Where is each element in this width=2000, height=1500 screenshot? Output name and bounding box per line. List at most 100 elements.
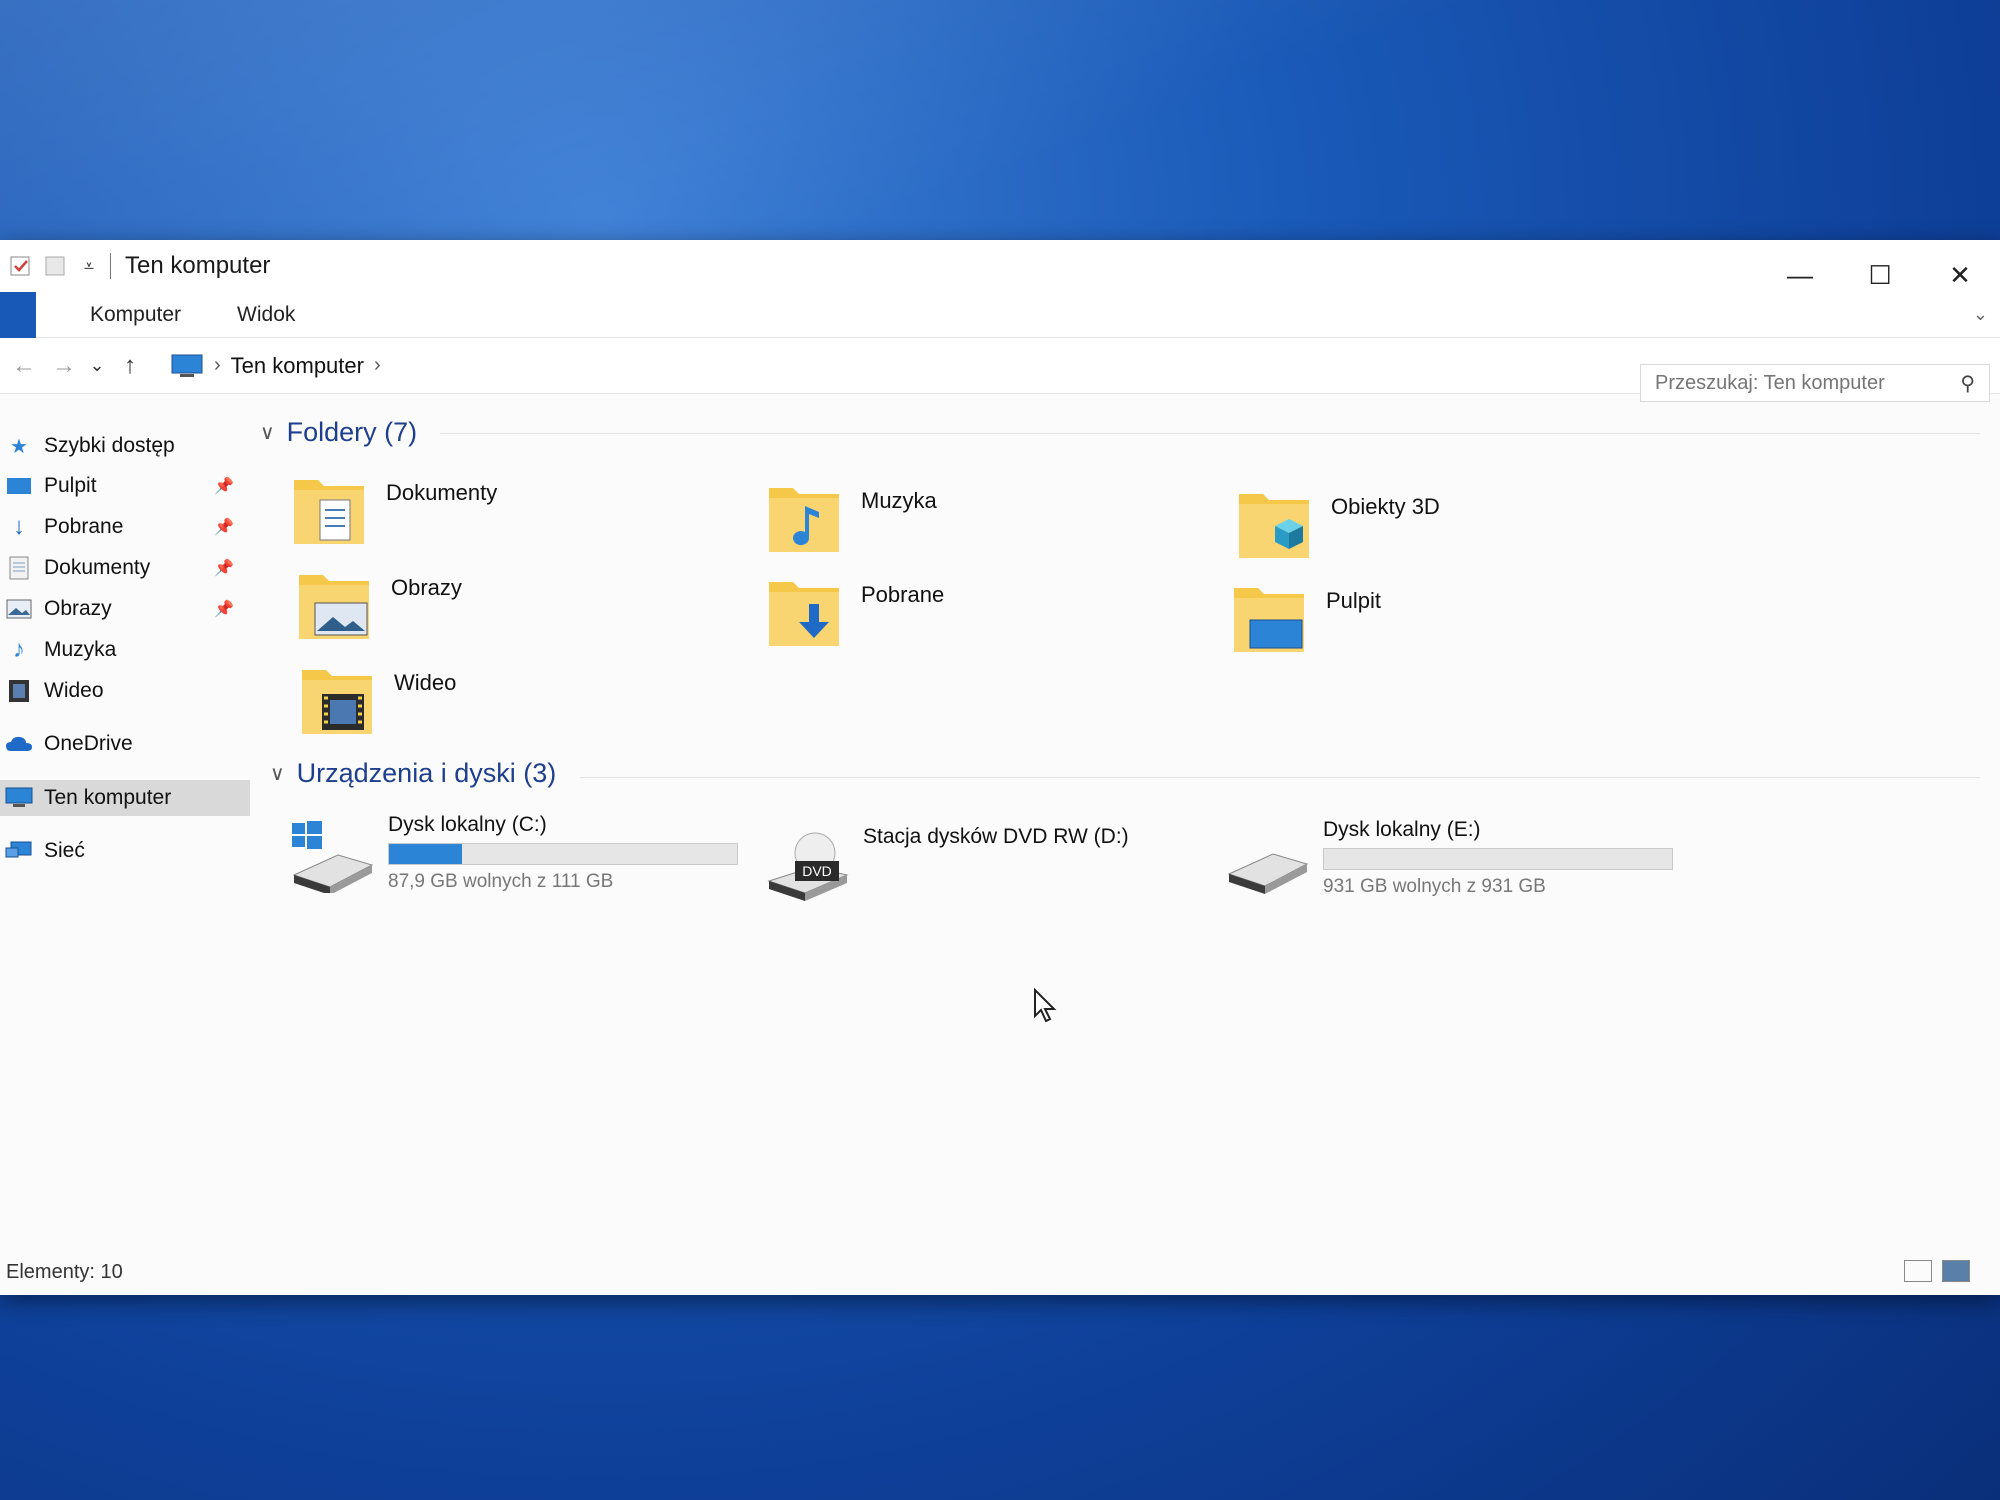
folder-music[interactable]: Muzyka (765, 476, 1205, 564)
drive-icon (1227, 853, 1309, 894)
window-title: Ten komputer (125, 252, 271, 279)
drive-usage-bar (388, 843, 738, 865)
nav-item-label: Szybki dostęp (44, 434, 175, 457)
tab-view[interactable]: Widok (209, 303, 323, 327)
nav-item-label: Dokumenty (44, 556, 151, 579)
up-button[interactable]: ↑ (110, 346, 150, 386)
nav-item-network[interactable]: Sieć (0, 833, 250, 869)
folder-documents[interactable]: Dokumenty (290, 468, 730, 556)
breadcrumb-chevron-icon[interactable]: › (214, 354, 221, 377)
computer-icon (4, 785, 34, 811)
pin-icon[interactable]: 📌 (214, 558, 234, 578)
nav-item-this-pc[interactable]: Ten komputer (0, 780, 250, 816)
nav-item-label: Pobrane (44, 515, 124, 538)
navigation-pane: ★ Szybki dostęp Pulpit 📌 ↓ Pobrane 📌 Dok… (0, 400, 260, 1240)
content-pane: ∨ Foldery (7) Dokumenty Muzyka Obiekty 3… (260, 400, 2000, 1240)
nav-item-label: Wideo (44, 679, 104, 702)
document-icon (4, 555, 34, 581)
folder-label: Obrazy (391, 575, 462, 600)
this-pc-icon (171, 354, 203, 377)
nav-item-music[interactable]: ♪ Muzyka (0, 632, 250, 668)
new-folder-icon[interactable] (42, 253, 68, 279)
pin-icon[interactable]: 📌 (214, 517, 234, 537)
download-arrow-icon: ↓ (13, 513, 25, 540)
nav-item-label: Pulpit (44, 474, 97, 497)
nav-item-label: Sieć (44, 839, 85, 862)
folder-pictures[interactable]: Obrazy (295, 563, 735, 651)
tab-computer[interactable]: Komputer (62, 303, 209, 327)
folders-group-header[interactable]: ∨ Foldery (7) (260, 412, 417, 452)
drive-free-space: 931 GB wolnych z 931 GB (1323, 876, 1546, 897)
search-box[interactable]: ⚲ (1640, 364, 1990, 402)
dvd-drive-icon: DVD (767, 832, 849, 901)
drive-e[interactable]: Dysk lokalny (E:) 931 GB wolnych z 931 G… (1225, 818, 1685, 908)
breadcrumb[interactable]: › Ten komputer › (170, 346, 391, 386)
nav-item-label: OneDrive (44, 732, 133, 755)
recent-locations-icon[interactable]: ⌄ (84, 346, 110, 386)
folder-3d-objects[interactable]: Obiekty 3D (1235, 482, 1675, 570)
film-icon (4, 678, 34, 704)
search-icon[interactable]: ⚲ (1960, 371, 1975, 396)
nav-item-downloads[interactable]: ↓ Pobrane 📌 (0, 509, 250, 545)
collapse-chevron-icon[interactable]: ∨ (260, 420, 275, 445)
file-explorer-window: ⩡ Ten komputer — ☐ ✕ Komputer Widok ⌄ ← … (0, 240, 2000, 1295)
network-icon (4, 838, 34, 864)
title-bar: ⩡ Ten komputer — ☐ ✕ (0, 240, 2000, 292)
drives-group-header[interactable]: ∨ Urządzenia i dyski (3) (270, 753, 556, 793)
drive-free-space: 87,9 GB wolnych z 111 GB (388, 871, 614, 892)
status-bar: Elementy: 10 (0, 1252, 2000, 1292)
star-icon: ★ (10, 435, 28, 458)
documents-folder-icon (294, 480, 364, 544)
forward-button[interactable]: → (44, 346, 84, 386)
folder-label: Obiekty 3D (1331, 494, 1440, 519)
videos-folder-icon (302, 670, 372, 734)
pin-icon[interactable]: 📌 (214, 599, 234, 619)
search-input[interactable] (1655, 371, 1961, 395)
group-divider (580, 777, 1980, 778)
folder-label: Pulpit (1326, 588, 1382, 613)
desktop-icon (4, 473, 34, 499)
nav-item-desktop[interactable]: Pulpit 📌 (0, 468, 250, 504)
breadcrumb-this-pc[interactable]: Ten komputer (231, 353, 364, 379)
collapse-chevron-icon[interactable]: ∨ (270, 761, 285, 786)
ribbon-tabs: Komputer Widok ⌄ (0, 291, 2000, 338)
mouse-cursor-icon (1034, 988, 1057, 1023)
downloads-folder-icon (769, 582, 839, 646)
dvd-badge: DVD (802, 863, 832, 879)
folder-label: Wideo (394, 670, 457, 695)
drive-name: Dysk lokalny (E:) (1323, 818, 1481, 841)
address-bar: ← → ⌄ ↑ › Ten komputer › ⌄ ↻ ⚲ (0, 338, 2000, 402)
items-count: Elementy: 10 (6, 1260, 123, 1283)
nav-item-label: Obrazy (44, 597, 112, 620)
drive-name: Dysk lokalny (C:) (388, 813, 547, 836)
group-divider (440, 433, 1980, 434)
music-folder-icon (769, 488, 839, 552)
group-title: Urządzenia i dyski (3) (296, 757, 557, 788)
customize-quick-access-icon[interactable]: ⩡ (76, 253, 102, 279)
desktop-folder-icon (1234, 588, 1304, 652)
nav-item-pictures[interactable]: Obrazy 📌 (0, 591, 250, 627)
nav-item-onedrive[interactable]: OneDrive (0, 726, 250, 762)
details-view-button[interactable] (1904, 1260, 1932, 1282)
folder-label: Muzyka (861, 488, 937, 513)
title-separator (110, 253, 111, 279)
nav-item-documents[interactable]: Dokumenty 📌 (0, 550, 250, 586)
pin-icon[interactable]: 📌 (214, 476, 234, 496)
folder-desktop[interactable]: Pulpit (1230, 576, 1670, 664)
nav-item-videos[interactable]: Wideo (0, 673, 250, 709)
nav-item-label: Muzyka (44, 638, 117, 661)
file-tab[interactable] (0, 291, 36, 338)
breadcrumb-chevron-icon[interactable]: › (374, 354, 381, 377)
back-button[interactable]: ← (4, 346, 44, 386)
folder-label: Dokumenty (386, 480, 498, 505)
expand-ribbon-icon[interactable]: ⌄ (1973, 304, 1988, 325)
properties-icon[interactable] (8, 253, 34, 279)
folder-downloads[interactable]: Pobrane (765, 570, 1205, 658)
group-title: Foldery (7) (286, 416, 418, 447)
folder-videos[interactable]: Wideo (298, 658, 738, 746)
folder-label: Pobrane (861, 582, 945, 607)
drive-c[interactable]: Dysk lokalny (C:) 87,9 GB wolnych z 111 … (290, 813, 750, 903)
drive-d[interactable]: DVD Stacja dysków DVD RW (D:) (765, 825, 1225, 915)
nav-quick-access[interactable]: ★ Szybki dostęp (0, 428, 250, 464)
large-icons-view-button[interactable] (1942, 1260, 1970, 1282)
